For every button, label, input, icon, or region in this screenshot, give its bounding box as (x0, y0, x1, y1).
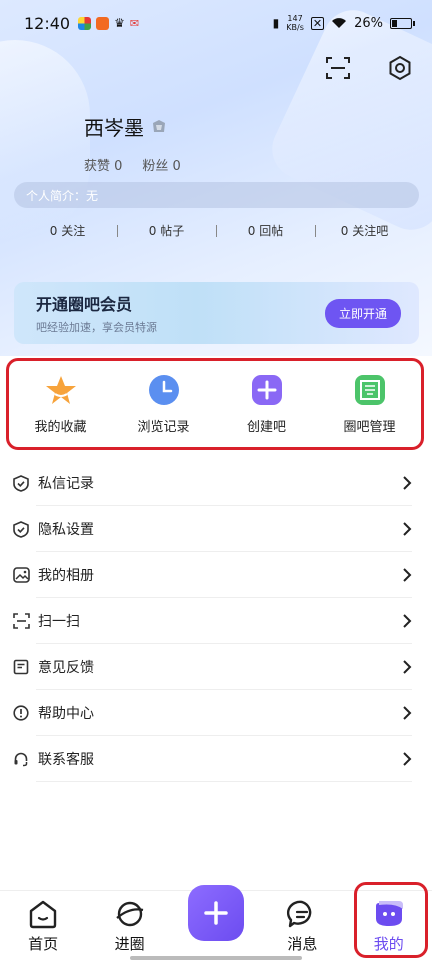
profile-info: 西岑墨 获赞 0 粉丝 0 (84, 112, 181, 174)
counts-row: 0 关注 0 帖子 0 回帖 0 关注吧 (0, 220, 432, 240)
nav-messages-label: 消息 (287, 935, 318, 953)
vibrate-icon: ▮ (272, 16, 280, 30)
headset-icon (14, 752, 28, 767)
network-speed-unit: KB/s (286, 23, 304, 32)
bar-manage-button[interactable]: 圈吧管理 (325, 374, 415, 435)
scan-button[interactable] (324, 54, 352, 82)
nav-home[interactable]: 首页 (8, 899, 78, 954)
menu-item-messages[interactable]: 私信记录 (0, 460, 432, 506)
favorites-button[interactable]: 我的收藏 (16, 374, 106, 435)
menu-label: 扫一扫 (38, 614, 80, 630)
plus-icon (204, 901, 228, 925)
app-notification-icon: ✉ (129, 16, 140, 30)
settings-button[interactable] (386, 54, 414, 82)
quan-icon (354, 374, 385, 405)
crown-icon: ♛ (114, 16, 125, 30)
menu-item-album[interactable]: 我的相册 (0, 552, 432, 598)
menu-label: 联系客服 (38, 752, 94, 768)
planet-icon (115, 901, 143, 927)
chevron-right-icon (403, 614, 412, 628)
star-icon (45, 375, 76, 404)
wifi-icon (332, 18, 347, 28)
bar-manage-label: 圈吧管理 (343, 419, 396, 435)
post-button[interactable] (188, 885, 244, 941)
scan-icon (326, 57, 350, 79)
home-indicator (130, 956, 302, 960)
replies-count[interactable]: 0 回帖 (216, 222, 315, 239)
menu-item-privacy[interactable]: 隐私设置 (0, 506, 432, 552)
nav-circle[interactable]: 进圈 (95, 899, 165, 954)
info-icon (13, 705, 29, 721)
open-vip-button[interactable]: 立即开通 (324, 298, 401, 328)
chevron-right-icon (403, 660, 412, 674)
following-count[interactable]: 0 关注 (18, 222, 117, 239)
vip-title: 开通圈吧会员 (36, 295, 133, 314)
scan-icon (12, 613, 30, 629)
status-bar: 12:40 ♛ ✉ ▮ 147 KB/s ✕ 26% (0, 0, 432, 46)
image-icon (12, 567, 30, 583)
chevron-right-icon (403, 522, 412, 536)
menu-item-scan[interactable]: 扫一扫 (0, 598, 432, 644)
network-speed-value: 147 (287, 14, 303, 23)
create-bar-button[interactable]: 创建吧 (222, 374, 312, 435)
chevron-right-icon (403, 706, 412, 720)
app-notification-icon (96, 16, 110, 30)
posts-count[interactable]: 0 帖子 (117, 222, 216, 239)
level-badge-icon (153, 119, 165, 132)
settings-menu: 私信记录 隐私设置 我的相册 扫一扫 意见反馈 帮助中心 联系客服 (0, 460, 432, 782)
likes-count: 获赞 0 (84, 159, 123, 174)
nav-messages[interactable]: 消息 (267, 899, 337, 954)
home-icon (29, 900, 57, 929)
app-notification-icon (78, 16, 92, 30)
vip-banner[interactable]: 开通圈吧会员 吧经验加速，享会员特源 立即开通 (14, 282, 419, 344)
bottom-navigation: 首页 进圈 消息 我的 (0, 882, 432, 964)
decorative-shape (0, 40, 90, 240)
nav-circle-label: 进圈 (114, 935, 145, 953)
chevron-right-icon (403, 568, 412, 582)
username[interactable]: 西岑墨 (84, 112, 144, 141)
shield-check-icon (13, 520, 29, 538)
menu-item-help[interactable]: 帮助中心 (0, 690, 432, 736)
menu-item-feedback[interactable]: 意见反馈 (0, 644, 432, 690)
status-time: 12:40 (24, 13, 71, 33)
gear-icon (389, 55, 411, 81)
notification-icons: ♛ ✉ (78, 16, 139, 30)
sim-icon: ✕ (310, 16, 325, 30)
create-bar-label: 创建吧 (246, 419, 286, 435)
menu-label: 我的相册 (38, 568, 94, 584)
battery-icon (390, 17, 415, 29)
shield-icon (13, 474, 29, 492)
chevron-right-icon (403, 752, 412, 766)
plus-icon (251, 374, 282, 405)
chat-icon (287, 900, 312, 928)
menu-label: 私信记录 (38, 476, 94, 492)
menu-label: 帮助中心 (38, 706, 94, 722)
menu-item-support[interactable]: 联系客服 (0, 736, 432, 782)
vip-subtitle: 吧经验加速，享会员特源 (36, 321, 157, 334)
favorites-label: 我的收藏 (34, 419, 87, 435)
menu-label: 隐私设置 (38, 522, 94, 538)
feedback-icon (13, 659, 29, 675)
clock-icon (148, 374, 179, 405)
nav-me-highlight (354, 882, 428, 958)
history-label: 浏览记录 (137, 419, 190, 435)
fans-count[interactable]: 粉丝 0 (142, 155, 180, 174)
network-speed: 147 KB/s (286, 14, 304, 32)
battery-percent: 26% (354, 15, 383, 31)
menu-label: 意见反馈 (38, 660, 94, 676)
followed-bars-count[interactable]: 0 关注吧 (315, 222, 414, 239)
history-button[interactable]: 浏览记录 (119, 374, 209, 435)
bio-bar[interactable]: 个人简介：无 (14, 182, 419, 208)
nav-home-label: 首页 (28, 935, 59, 953)
quick-actions: 我的收藏 浏览记录 创建吧 圈吧管理 (6, 358, 424, 450)
chevron-right-icon (403, 476, 412, 490)
